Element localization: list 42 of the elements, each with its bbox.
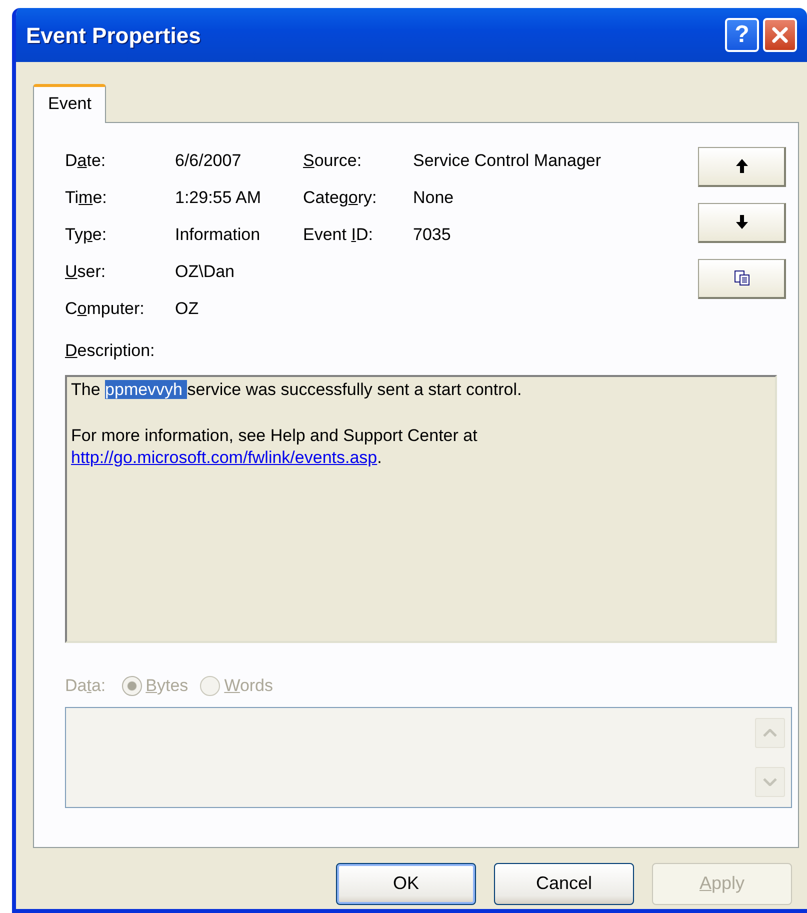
field-label: Category: bbox=[303, 186, 378, 208]
field-label: Time: bbox=[65, 186, 108, 208]
field-label: Source: bbox=[303, 150, 363, 172]
scroll-down-button[interactable] bbox=[755, 766, 785, 796]
field-label: User: bbox=[65, 260, 107, 282]
data-label: Data: bbox=[65, 675, 106, 697]
field-label: Date: bbox=[65, 150, 107, 172]
field-value: 1:29:55 AM bbox=[175, 186, 262, 208]
description-text: The ppmevvyh service was successfully sent a start control. bbox=[71, 379, 523, 401]
window-title: Event Properties bbox=[26, 22, 201, 50]
close-button[interactable] bbox=[763, 18, 797, 52]
description-field[interactable]: The ppmevvyh service was successfully sent a start control. For more information, see Help and Support Center at http://go.microsoft.com/fwlink/events.asp. bbox=[65, 375, 777, 643]
field-value: 6/6/2007 bbox=[175, 150, 242, 172]
up-arrow-button[interactable] bbox=[698, 146, 786, 186]
down-arrow-icon bbox=[734, 214, 750, 230]
field-label: Computer: bbox=[65, 298, 146, 320]
field-label: Event ID: bbox=[303, 224, 374, 246]
copy-button[interactable] bbox=[698, 258, 786, 298]
field-value: 7035 bbox=[413, 224, 452, 246]
dialog-button[interactable]: OK bbox=[336, 862, 476, 904]
scroll-up-button[interactable] bbox=[755, 718, 785, 748]
radio-label: Bytes bbox=[146, 675, 188, 697]
field-label: Type: bbox=[65, 224, 108, 246]
down-arrow-button[interactable] bbox=[698, 202, 786, 242]
field-value: Information bbox=[175, 224, 262, 246]
copy-icon bbox=[734, 270, 750, 286]
description-text: For more information, see Help and Support Center at http://go.microsoft.com/fwlink/events.asp. bbox=[71, 425, 478, 469]
field-value: Service Control Manager bbox=[413, 150, 602, 172]
dialog-button[interactable]: Cancel bbox=[494, 862, 634, 904]
help-button[interactable]: ? bbox=[725, 18, 759, 52]
radio-label: Words bbox=[224, 675, 274, 697]
field-value: OZ bbox=[175, 298, 200, 320]
field-value: OZ\Dan bbox=[175, 260, 236, 282]
description-label: Description: bbox=[65, 340, 156, 362]
up-arrow-icon bbox=[734, 158, 750, 174]
chevron-up-icon bbox=[763, 728, 777, 736]
help-link[interactable]: http://go.microsoft.com/fwlink/events.asp bbox=[71, 448, 378, 467]
data-field[interactable] bbox=[65, 706, 792, 808]
chevron-down-icon bbox=[763, 778, 777, 786]
close-icon bbox=[770, 25, 790, 45]
field-value: None bbox=[413, 186, 455, 208]
tab[interactable]: Event bbox=[33, 84, 106, 122]
